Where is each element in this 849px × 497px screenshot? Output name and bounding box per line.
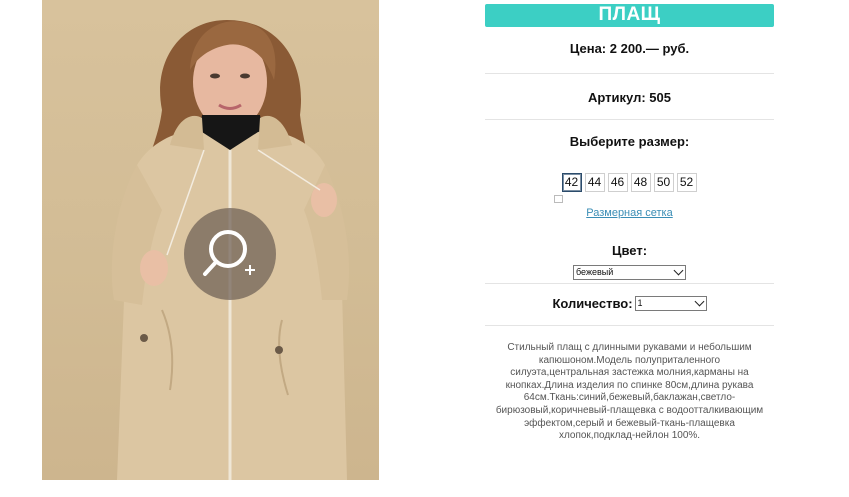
product-photo[interactable] [42, 0, 379, 480]
product-info: ПЛАЩ Цена: 2 200.— руб. Артикул: 505 Выб… [485, 0, 774, 443]
quantity-select-value: 1 [637, 298, 643, 308]
size-option-52[interactable]: 52 [676, 173, 697, 192]
size-checkbox[interactable] [554, 195, 563, 203]
size-prompt: Выберите размер: [569, 134, 690, 149]
size-option-48[interactable]: 48 [630, 173, 651, 192]
divider [485, 73, 774, 74]
zoom-button[interactable] [184, 208, 276, 300]
price-label: Цена: 2 200.— руб. [569, 41, 690, 56]
quantity-label: Количество: [552, 296, 633, 311]
size-option-46[interactable]: 46 [607, 173, 628, 192]
color-select-value: бежевый [576, 267, 614, 278]
color-select-wrap: бежевый [485, 264, 774, 282]
chevron-down-icon [673, 265, 684, 276]
product-description: Стильный плащ с длинными рукавами и небо… [495, 342, 764, 442]
color-select[interactable]: бежевый [573, 265, 686, 281]
sku-label: Артикул: 505 [588, 90, 671, 105]
chevron-down-icon [694, 296, 704, 307]
divider [485, 325, 774, 326]
zoom-in-icon [203, 230, 255, 276]
product-title: ПЛАЩ [485, 4, 774, 27]
size-option-42[interactable]: 42 [561, 173, 582, 192]
quantity-select[interactable]: 1 [634, 296, 707, 311]
divider [485, 119, 774, 120]
size-selector: 42 44 46 48 50 52 [485, 173, 774, 192]
quantity-row: Количество: 1 [485, 296, 774, 311]
size-option-50[interactable]: 50 [653, 173, 674, 192]
divider [485, 283, 774, 284]
color-label: Цвет: [611, 243, 648, 258]
size-chart-link[interactable]: Размерная сетка [485, 207, 774, 219]
size-option-44[interactable]: 44 [584, 173, 605, 192]
